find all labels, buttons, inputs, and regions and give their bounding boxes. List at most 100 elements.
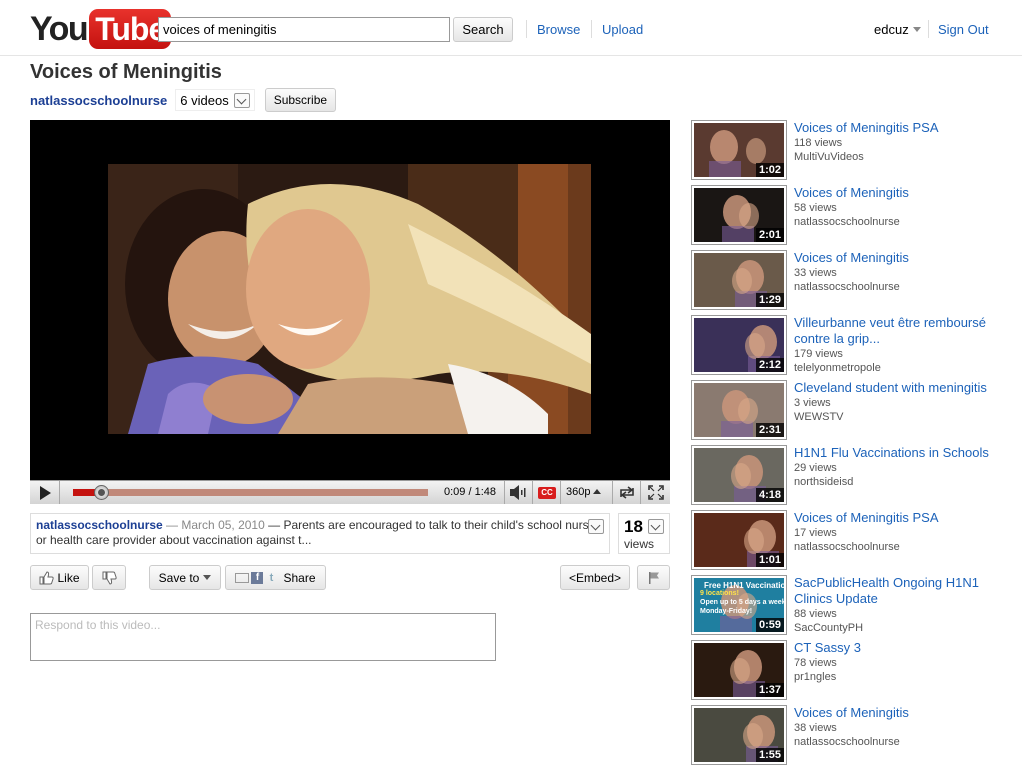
video-duration: 1:01 [755,553,784,567]
related-video-title[interactable]: H1N1 Flu Vaccinations in Schools [794,445,1009,461]
related-video-info: Voices of Meningitis PSA 118 views Multi… [794,120,1009,164]
related-video-item[interactable]: 2:01 Voices of Meningitis 58 views natla… [691,185,1011,245]
related-video-item[interactable]: 1:02 Voices of Meningitis PSA 118 views … [691,120,1011,180]
browse-link[interactable]: Browse [537,22,580,37]
time-display: 0:09 / 1:48 [444,486,496,498]
related-video-views: 29 views [794,462,837,474]
scrubber-handle[interactable] [94,485,110,500]
flag-button[interactable] [637,565,670,590]
sign-out-link[interactable]: Sign Out [938,22,989,37]
related-video-item[interactable]: 1:29 Voices of Meningitis 33 views natla… [691,250,1011,310]
video-description: natlassocschoolnurse — March 05, 2010 — … [30,513,610,554]
related-video-uploader[interactable]: WEWSTV [794,410,1009,424]
related-video-uploader[interactable]: natlassocschoolnurse [794,735,1009,749]
related-video-item[interactable]: 1:01 Voices of Meningitis PSA 17 views n… [691,510,1011,570]
thumbnail-overlay-text: 9 locations! [700,590,739,597]
related-video-thumbnail[interactable]: 1:29 [691,250,787,310]
related-video-thumbnail[interactable]: 2:31 [691,380,787,440]
search-input[interactable] [158,17,450,42]
thumbnail-image: 1:29 [694,253,784,307]
subscribe-button[interactable]: Subscribe [264,88,337,112]
description-channel-link[interactable]: natlassocschoolnurse [36,518,163,532]
facebook-icon: f [251,571,264,584]
expand-description-icon[interactable] [588,519,604,534]
thumbs-up-icon [39,570,55,584]
popout-icon[interactable] [612,481,640,504]
nav-divider [928,20,929,38]
video-player[interactable]: 0:09 / 1:48 CC 360p [30,120,670,504]
related-video-info: Voices of Meningitis PSA 17 views natlas… [794,510,1009,554]
related-video-uploader[interactable]: northsideisd [794,475,1009,489]
volume-icon[interactable] [504,481,532,504]
related-video-title[interactable]: Voices of Meningitis [794,185,1009,201]
related-video-views: 78 views [794,657,837,669]
like-button[interactable]: Like [30,565,89,590]
channel-link[interactable]: natlassocschoolnurse [30,93,167,108]
dislike-button[interactable] [92,565,126,590]
related-video-info: Voices of Meningitis 38 views natlassocs… [794,705,1009,749]
expand-stats-icon[interactable] [648,519,664,534]
expand-icon[interactable] [233,92,250,108]
thumbnail-image: 2:31 [694,383,784,437]
related-video-title[interactable]: Voices of Meningitis PSA [794,510,1009,526]
related-video-title[interactable]: Villeurbanne veut être remboursé contre … [794,315,1009,347]
embed-button[interactable]: <Embed> [560,565,630,590]
save-to-button[interactable]: Save to [149,565,221,590]
flag-icon [648,571,659,584]
related-video-item[interactable]: 1:37 CT Sassy 3 78 views pr1ngles [691,640,1011,700]
description-separator: — [162,518,182,532]
related-video-thumbnail[interactable]: 1:55 [691,705,787,765]
related-video-thumbnail[interactable]: Free H1N1 Vaccinations9 locations! Open u… [691,575,787,635]
related-video-item[interactable]: 2:12 Villeurbanne veut être remboursé co… [691,315,1011,375]
related-video-uploader[interactable]: natlassocschoolnurse [794,215,1009,229]
related-video-views: 179 views [794,348,843,360]
comment-input[interactable] [30,613,496,661]
play-icon[interactable] [30,481,60,504]
related-video-uploader[interactable]: telelyonmetropole [794,361,1009,375]
video-title: Voices of Meningitis [30,61,222,83]
related-video-views: 58 views [794,202,837,214]
related-video-info: Voices of Meningitis 33 views natlassocs… [794,250,1009,294]
related-video-item[interactable]: 2:31 Cleveland student with meningitis 3… [691,380,1011,440]
cc-icon[interactable]: CC [538,487,556,499]
share-label: Share [283,570,316,585]
related-video-item[interactable]: 4:18 H1N1 Flu Vaccinations in Schools 29… [691,445,1011,505]
related-video-title[interactable]: SacPublicHealth Ongoing H1N1 Clinics Upd… [794,575,1009,607]
progress-bar[interactable] [73,489,428,496]
thumbnail-image: 1:37 [694,643,784,697]
video-frame[interactable] [108,164,591,434]
related-video-info: Villeurbanne veut être remboursé contre … [794,315,1009,375]
video-duration: 1:37 [755,683,784,697]
related-video-title[interactable]: Voices of Meningitis PSA [794,120,1009,136]
related-video-item[interactable]: 1:55 Voices of Meningitis 38 views natla… [691,705,1011,765]
related-video-item[interactable]: Free H1N1 Vaccinations9 locations! Open u… [691,575,1011,635]
fullscreen-icon[interactable] [640,481,670,504]
related-video-info: Voices of Meningitis 58 views natlassocs… [794,185,1009,229]
related-video-thumbnail[interactable]: 4:18 [691,445,787,505]
related-video-thumbnail[interactable]: 1:37 [691,640,787,700]
related-video-uploader[interactable]: SacCountyPH [794,621,1009,635]
related-video-title[interactable]: CT Sassy 3 [794,640,1009,656]
thumbnail-image: 4:18 [694,448,784,502]
quality-label[interactable]: 360p [566,486,602,498]
related-video-thumbnail[interactable]: 1:01 [691,510,787,570]
channel-videos-dropdown[interactable]: 6 videos [175,89,255,111]
search-button[interactable]: Search [453,17,513,42]
related-video-uploader[interactable]: pr1ngles [794,670,1009,684]
related-video-uploader[interactable]: MultiVuVideos [794,150,1009,164]
youtube-logo[interactable]: You Tube [30,9,172,49]
related-video-thumbnail[interactable]: 1:02 [691,120,787,180]
share-button[interactable]: f t Share [225,565,326,590]
related-video-info: SacPublicHealth Ongoing H1N1 Clinics Upd… [794,575,1009,635]
related-video-title[interactable]: Cleveland student with meningitis [794,380,1009,396]
upload-link[interactable]: Upload [602,22,643,37]
player-controls: 0:09 / 1:48 CC 360p [30,480,670,504]
thumbnail-image: 1:55 [694,708,784,762]
related-video-thumbnail[interactable]: 2:12 [691,315,787,375]
related-video-title[interactable]: Voices of Meningitis [794,250,1009,266]
related-video-title[interactable]: Voices of Meningitis [794,705,1009,721]
related-video-thumbnail[interactable]: 2:01 [691,185,787,245]
related-video-uploader[interactable]: natlassocschoolnurse [794,280,1009,294]
related-video-uploader[interactable]: natlassocschoolnurse [794,540,1009,554]
user-menu[interactable]: edcuz [874,22,921,37]
